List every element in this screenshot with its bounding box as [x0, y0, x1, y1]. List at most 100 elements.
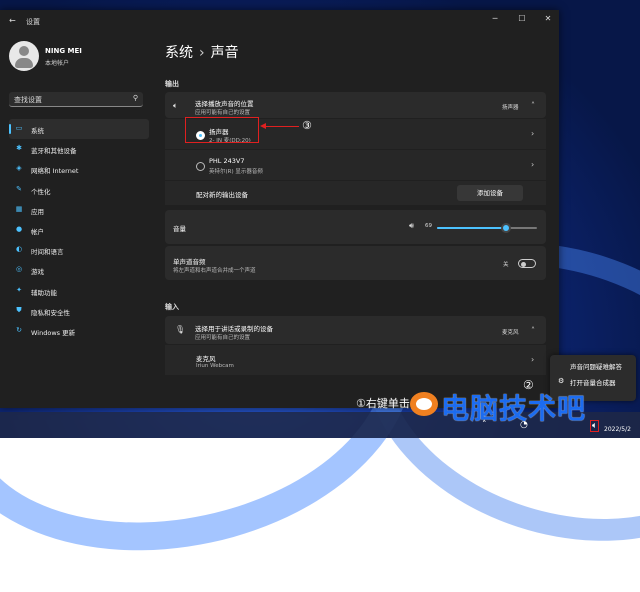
pair-output-label: 配对新的输出设备 [196, 191, 248, 199]
menu-item-volume-mixer[interactable]: 打开音量合成器 [570, 377, 616, 387]
output-selector-value: 扬声器 [502, 105, 519, 111]
chevron-up-icon[interactable]: ˄ [531, 101, 535, 110]
input-selector-row[interactable]: 🎙︎ 选择用于讲话或录制的设备 应用可能有自己的设置 麦克风 ˄ [165, 316, 546, 344]
input-device-row[interactable]: 麦克风 Iriun Webcam › [165, 345, 546, 375]
volume-value: 69 [425, 223, 432, 229]
chevron-right-icon[interactable]: › [531, 355, 534, 364]
shield-icon: ⛊ [16, 305, 22, 314]
output-device-row[interactable]: PHL 243V7 英特尔(R) 显示器音频 › [165, 150, 546, 180]
sidebar-item[interactable]: ◈ 网络和 Internet [9, 159, 149, 179]
bluetooth-icon: ✱ [16, 144, 22, 153]
volume-row: 音量 🔊︎ 69 [165, 210, 546, 244]
volume-slider-fill [437, 227, 506, 229]
microphone-icon: 🎙︎ [175, 325, 186, 334]
input-heading: 输入 [165, 303, 179, 311]
output-heading: 输出 [165, 80, 179, 88]
chevron-up-icon[interactable]: ˄ [531, 326, 535, 335]
output-selector-row[interactable]: 🔈︎ 选择播放声音的位置 应用可能有自己的设置 扬声器 ˄ [165, 92, 546, 118]
sidebar-item-label: 网络和 Internet [31, 167, 79, 176]
gear-icon: ⚙ [558, 377, 565, 385]
user-account-type: 本地帐户 [45, 60, 70, 67]
watermark-logo [410, 392, 438, 416]
chevron-right-icon[interactable]: › [531, 129, 534, 138]
sidebar-item[interactable]: ✱ 蓝牙和其他设备 [9, 139, 149, 159]
gamepad-icon: ◎ [15, 265, 23, 274]
update-icon: ↻ [16, 325, 22, 334]
sidebar-item[interactable]: ▭ 系统 [9, 119, 149, 140]
sidebar-item[interactable]: ✦ 辅助功能 [9, 281, 149, 301]
mono-audio-row: 单声道音频 将左声道和右声道合并成一个声道 关 [165, 246, 546, 280]
sidebar-item[interactable]: ↻ Windows 更新 [9, 321, 149, 341]
sidebar-item-label: 应用 [31, 207, 44, 216]
person-icon: ● [15, 224, 23, 233]
annotation-1: ①右键单击 [356, 395, 410, 411]
speaker-icon: 🔈︎ [173, 101, 178, 110]
speaker-tray-icon[interactable]: 🔈︎ [590, 420, 600, 432]
input-selector-title: 选择用于讲话或录制的设备 [195, 325, 273, 333]
search-placeholder: 查找设置 [14, 96, 42, 104]
highlight-box [185, 117, 259, 143]
settings-window: ← 设置 ─ ☐ ✕ NING MEI 本地帐户 查找设置 ⚲ ▭ 系统 ✱ 蓝牙和其… [0, 10, 559, 408]
input-selector-subtitle: 应用可能有自己的设置 [195, 335, 251, 341]
maximize-icon[interactable]: ☐ [515, 14, 529, 26]
back-arrow-icon[interactable]: ← [9, 16, 16, 25]
pair-output-row: 配对新的输出设备 添加设备 [165, 181, 546, 205]
sidebar-item-label: 个性化 [31, 187, 51, 196]
volume-slider[interactable] [437, 223, 537, 233]
menu-item-troubleshoot[interactable]: 声音问题疑难解答 [570, 361, 622, 371]
window-title: 设置 [26, 18, 40, 26]
mono-audio-toggle[interactable] [518, 259, 536, 268]
sidebar-item-label: 系统 [31, 127, 44, 135]
output-selector-subtitle: 应用可能有自己的设置 [195, 110, 251, 116]
monitor-icon: ▭ [15, 124, 23, 132]
annotation-3: ③ [302, 119, 312, 132]
page-title: 声音 [210, 45, 239, 61]
avatar[interactable] [9, 41, 39, 71]
mono-audio-state: 关 [503, 262, 509, 268]
breadcrumb-separator: › [199, 45, 205, 61]
accessibility-icon: ✦ [16, 285, 22, 294]
clock-date: 2022/5/2 [604, 426, 631, 433]
apps-icon: ▦ [15, 204, 23, 213]
breadcrumb-parent[interactable]: 系统 [165, 45, 193, 61]
volume-label: 音量 [173, 225, 186, 233]
output-selector-title: 选择播放声音的位置 [195, 100, 254, 108]
mono-audio-title: 单声道音频 [173, 258, 206, 266]
network-icon: ◈ [16, 164, 22, 173]
brush-icon: ✎ [16, 184, 22, 193]
search-input[interactable]: 查找设置 ⚲ [9, 92, 143, 107]
globe-clock-icon: ◐ [15, 245, 23, 254]
volume-slider-thumb[interactable] [501, 223, 511, 233]
sidebar-item-label: 时间和语言 [31, 248, 64, 257]
input-device-detail: Iriun Webcam [196, 363, 234, 369]
sidebar-item[interactable]: ▦ 应用 [9, 200, 149, 220]
annotation-1-text: ①右键单击 [356, 397, 410, 410]
sidebar-item[interactable]: ◎ 游戏 [9, 260, 149, 280]
close-icon[interactable]: ✕ [541, 14, 555, 26]
input-selector-value: 麦克风 [502, 330, 519, 336]
sidebar-item-label: 隐私和安全性 [31, 308, 70, 317]
sidebar-item-label: Windows 更新 [31, 328, 76, 337]
title-bar: ← 设置 ─ ☐ ✕ [0, 10, 559, 32]
user-name: NING MEI [45, 47, 82, 55]
breadcrumb: 系统 › 声音 [165, 42, 239, 62]
arrow-line [265, 126, 299, 127]
output-device-radio[interactable] [196, 162, 205, 171]
sidebar-item[interactable]: ✎ 个性化 [9, 180, 149, 200]
chevron-right-icon[interactable]: › [531, 160, 534, 169]
sidebar-item[interactable]: ◐ 时间和语言 [9, 240, 149, 260]
sidebar-item[interactable]: ⛊ 隐私和安全性 [9, 301, 149, 321]
sidebar-item-label: 游戏 [31, 268, 44, 277]
output-device-name: PHL 243V7 [209, 157, 245, 165]
mono-audio-subtitle: 将左声道和右声道合并成一个声道 [173, 268, 256, 274]
search-icon[interactable]: ⚲ [133, 94, 138, 102]
input-device-name: 麦克风 [196, 355, 216, 363]
output-device-detail: 英特尔(R) 显示器音频 [209, 169, 263, 175]
sidebar-item-label: 帐户 [31, 227, 44, 236]
add-device-button[interactable]: 添加设备 [457, 185, 523, 201]
volume-icon[interactable]: 🔊︎ [409, 221, 414, 231]
sidebar-item[interactable]: ● 帐户 [9, 220, 149, 240]
minimize-icon[interactable]: ─ [488, 14, 502, 26]
sidebar-item-label: 蓝牙和其他设备 [31, 147, 77, 156]
sidebar-item-label: 辅助功能 [31, 288, 57, 297]
